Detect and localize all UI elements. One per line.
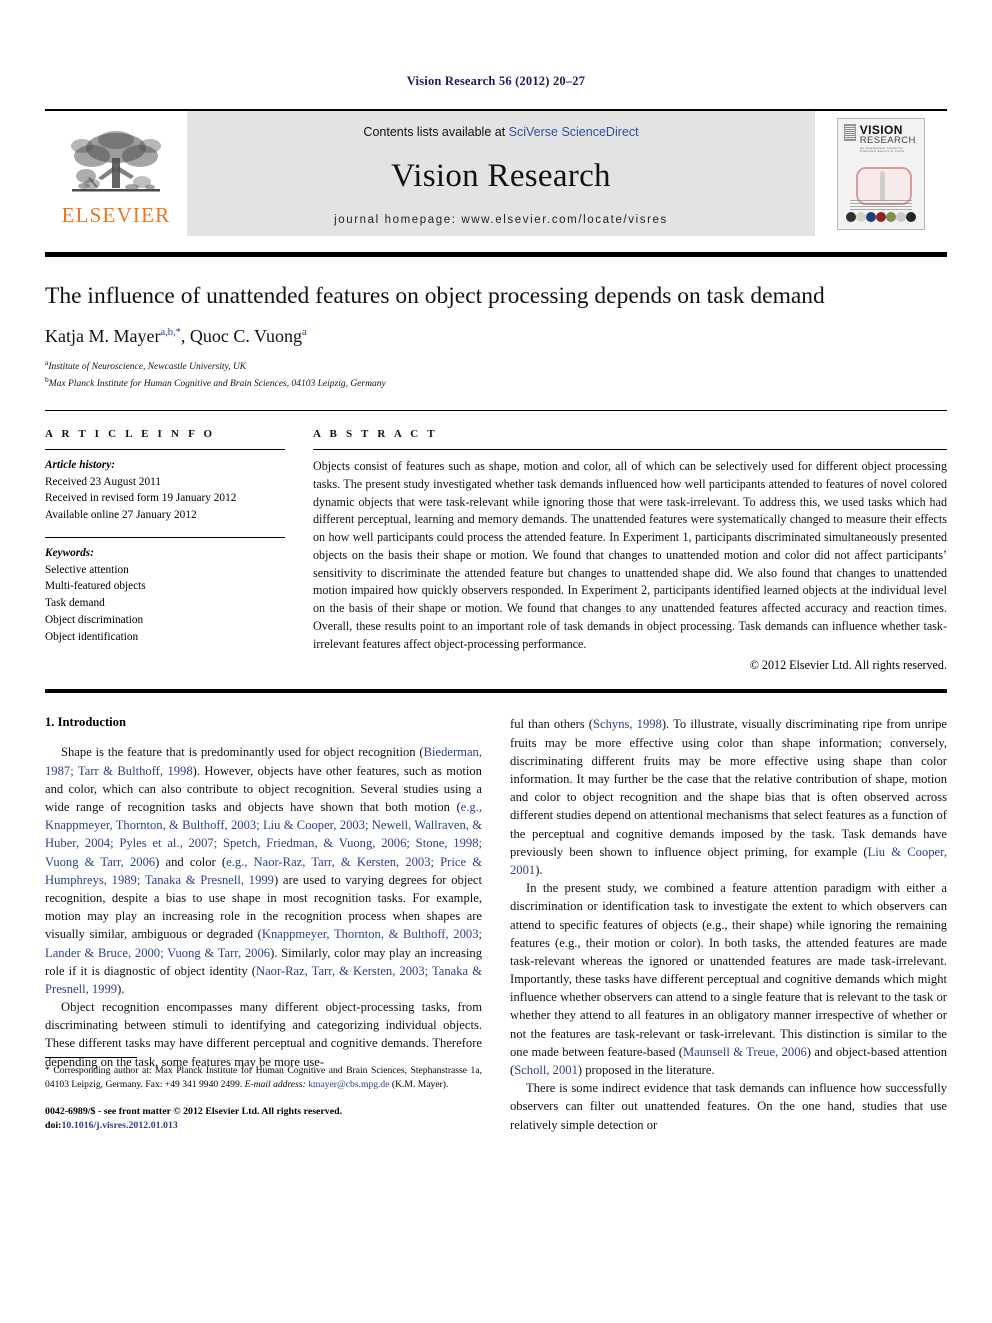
keyword-item: Object discrimination [45, 613, 144, 626]
history-item: Received 23 August 2011 [45, 475, 161, 488]
contents-prefix-text: Contents lists available at [363, 125, 509, 139]
keywords-divider [45, 536, 285, 538]
footnote-area: * Corresponding author at: Max Planck In… [45, 1057, 482, 1134]
affiliation-b-text: Max Planck Institute for Human Cognitive… [48, 379, 386, 390]
affiliation-a-text: Institute of Neuroscience, Newcastle Uni… [48, 362, 247, 373]
abstract-bottom-rule [45, 689, 947, 694]
keywords-label: Keywords: [45, 546, 94, 559]
email-owner-text: (K.M. Mayer). [391, 1079, 449, 1091]
journal-title: Vision Research [391, 158, 611, 194]
cover-dot [856, 211, 866, 222]
body-column-right: ful than others (Schyns, 1998). To illus… [510, 715, 947, 1133]
journal-masthead: ELSEVIER Contents lists available at Sci… [45, 109, 947, 236]
author-list: Katja M. Mayera,b,*, Quoc C. Vuonga [45, 326, 947, 347]
issn-line: 0042-6989/$ - see front matter © 2012 El… [45, 1106, 343, 1118]
cover-badge-icon [844, 123, 856, 141]
doi-label: doi: [45, 1120, 62, 1132]
cover-image: VISION RESEARCH An International Journal… [837, 117, 925, 230]
cover-thumbnail-strip [846, 211, 916, 223]
article-info-column: A R T I C L E I N F O Article history: R… [45, 428, 285, 673]
cover-dot [896, 211, 906, 222]
cover-caption-lines [850, 199, 912, 210]
history-item: Received in revised form 19 January 2012 [45, 492, 237, 505]
keyword-item: Multi-featured objects [45, 580, 146, 593]
article-history-block: Article history: Received 23 August 2011… [45, 457, 285, 524]
doi-line: doi:10.1016/j.visres.2012.01.013 [45, 1119, 482, 1133]
footnote-marker: * [45, 1065, 50, 1077]
email-address-link[interactable]: kmayer@cbs.mpg.de [308, 1079, 389, 1090]
abstract-heading: A B S T R A C T [313, 428, 438, 441]
body-paragraph: Shape is the feature that is predominant… [45, 745, 483, 996]
elsevier-tree-icon [71, 130, 161, 191]
doi-link[interactable]: 10.1016/j.visres.2012.01.013 [61, 1120, 177, 1131]
paper-page: Vision Research 56 (2012) 20–27 ELSEVIER… [0, 0, 992, 1323]
history-item: Available online 27 January 2012 [45, 509, 197, 522]
body-column-left: 1. Introduction Shape is the feature tha… [45, 715, 482, 1133]
cover-figure-graphic [844, 157, 918, 223]
journal-homepage-link[interactable]: journal homepage: www.elsevier.com/locat… [334, 214, 668, 226]
body-paragraph: In the present study, we combined a feat… [510, 881, 948, 1078]
keywords-block: Keywords: Selective attention Multi-feat… [45, 545, 285, 645]
body-columns: 1. Introduction Shape is the feature tha… [45, 715, 947, 1133]
cover-title-line1: VISION [859, 122, 903, 137]
body-paragraph: ful than others (Schyns, 1998). To illus… [510, 717, 948, 877]
page-title: The influence of unattended features on … [45, 283, 825, 309]
affiliation-b: bMax Planck Institute for Human Cognitiv… [45, 375, 947, 392]
cover-dot [866, 211, 876, 222]
footnote-rule [45, 1057, 137, 1059]
cover-title-group: VISION RESEARCH An International Journal… [860, 124, 918, 154]
masthead-center-band: Contents lists available at SciVerse Sci… [187, 111, 815, 236]
masthead-bottom-rule [45, 252, 947, 257]
elsevier-logo: ELSEVIER [45, 111, 187, 236]
sciencedirect-link[interactable]: SciVerse ScienceDirect [509, 125, 639, 139]
affiliation-a: aInstitute of Neuroscience, Newcastle Un… [45, 358, 947, 375]
cover-dot [876, 211, 886, 222]
info-abstract-row: A R T I C L E I N F O Article history: R… [45, 428, 947, 673]
affiliations: aInstitute of Neuroscience, Newcastle Un… [45, 358, 947, 392]
abstract-column: A B S T R A C T Objects consist of featu… [313, 428, 947, 673]
corresponding-author-note: * Corresponding author at: Max Planck In… [45, 1064, 482, 1092]
cover-subtitle: An International Journal for Functional … [859, 145, 905, 153]
running-head: Vision Research 56 (2012) 20–27 [406, 74, 586, 88]
cover-dot [906, 211, 916, 222]
journal-cover-thumbnail: VISION RESEARCH An International Journal… [815, 111, 947, 236]
abstract-rule [313, 449, 947, 451]
issn-copyright-block: 0042-6989/$ - see front matter © 2012 El… [45, 1105, 482, 1134]
email-address-label: E-mail address: [244, 1079, 306, 1091]
keyword-item: Selective attention [45, 563, 129, 576]
elsevier-wordmark: ELSEVIER [61, 202, 171, 227]
cover-title-line2: RESEARCH [859, 134, 916, 146]
abstract-copyright: © 2012 Elsevier Ltd. All rights reserved… [749, 658, 947, 673]
article-info-heading: A R T I C L E I N F O [45, 428, 216, 441]
body-paragraph: There is some indirect evidence that tas… [510, 1081, 947, 1132]
author-names-html: Katja M. Mayera,b,*, Quoc C. Vuonga [45, 326, 307, 347]
cover-dot [846, 211, 856, 222]
cover-dot [886, 211, 896, 222]
contents-available-line: Contents lists available at SciVerse Sci… [363, 125, 638, 139]
cover-header: VISION RESEARCH An International Journal… [844, 123, 918, 154]
article-info-rule [45, 449, 285, 451]
keyword-item: Task demand [45, 597, 105, 610]
abstract-text: Objects consist of features such as shap… [313, 459, 947, 651]
article-history-label: Article history: [45, 459, 115, 472]
title-bottom-rule [45, 410, 947, 412]
section-title-introduction: 1. Introduction [45, 715, 126, 730]
keyword-item: Object identification [45, 630, 139, 643]
